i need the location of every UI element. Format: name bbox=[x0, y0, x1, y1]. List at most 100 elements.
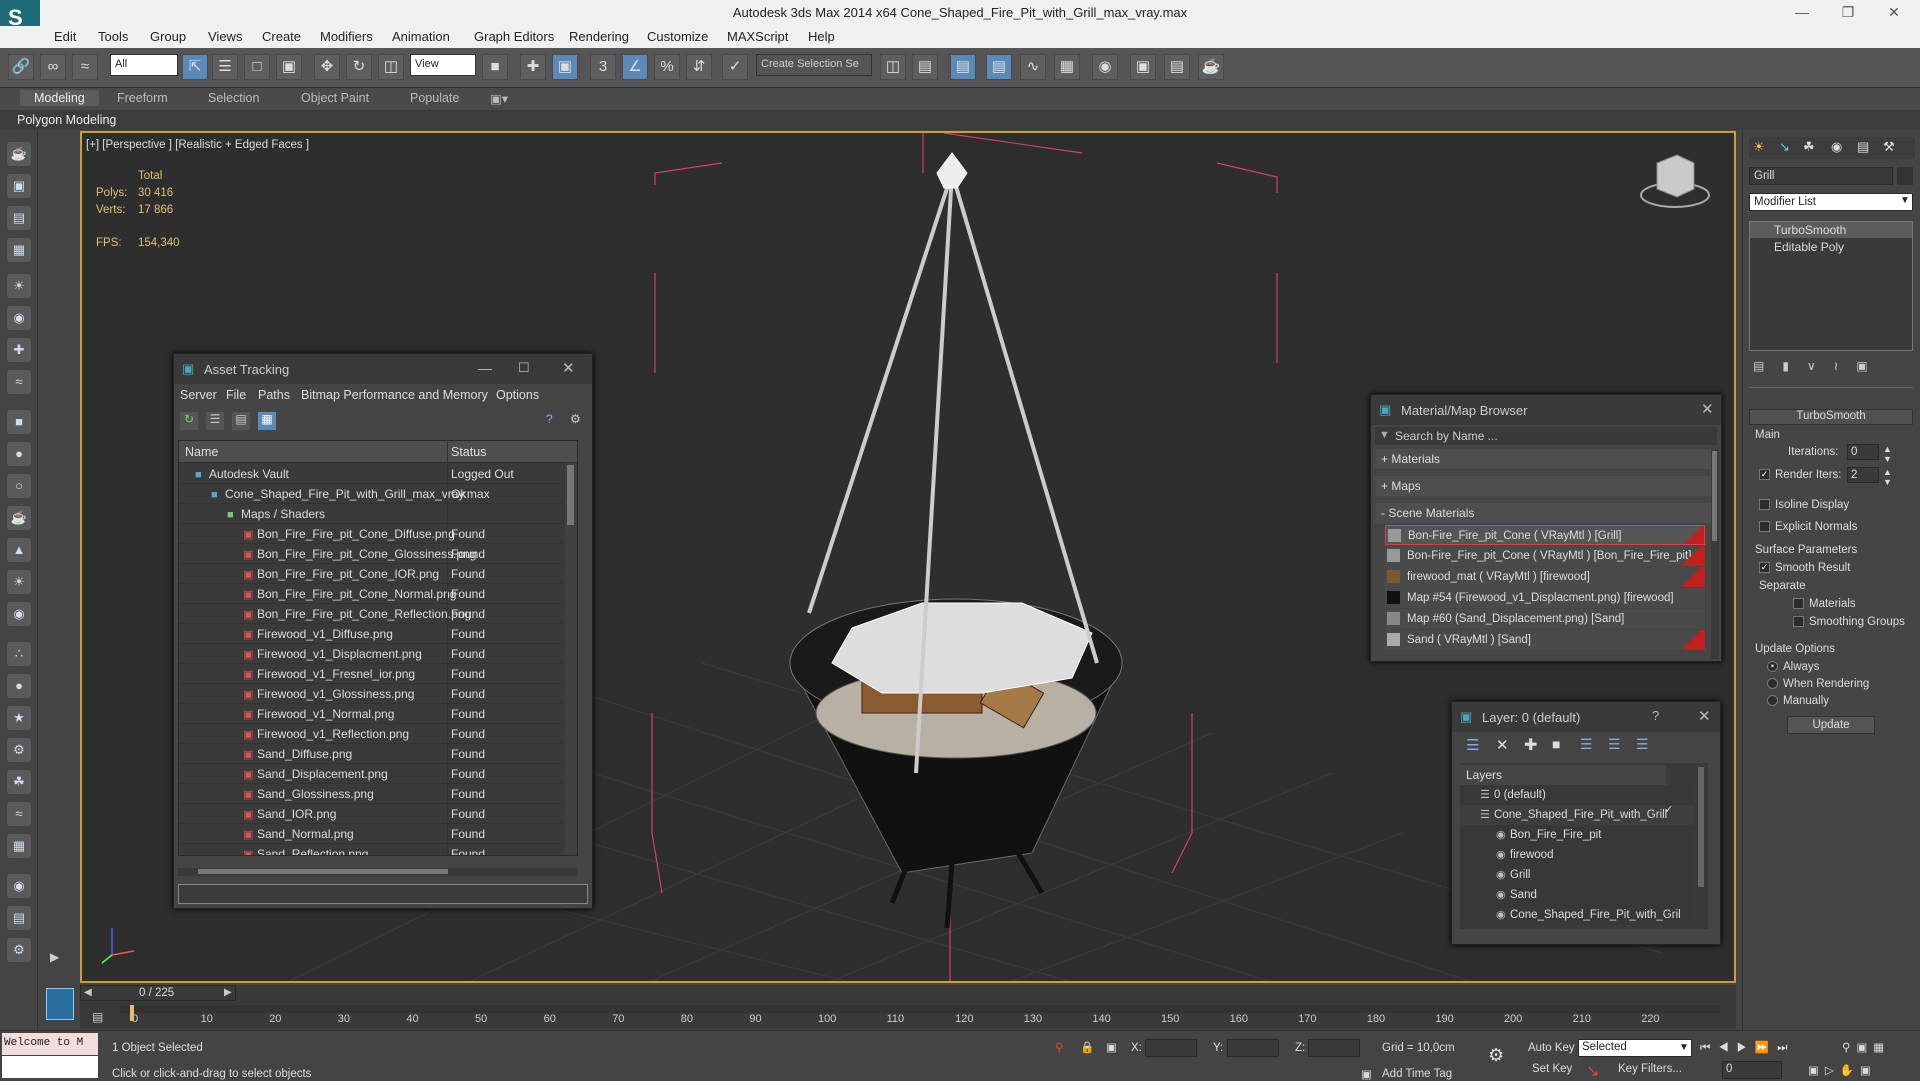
helper-icon[interactable]: ✚ bbox=[7, 338, 31, 362]
rectangular-selection-icon[interactable]: □ bbox=[244, 54, 270, 80]
plant-icon[interactable]: ☘ bbox=[7, 770, 31, 794]
freeze-layers-icon[interactable]: ☰ bbox=[1636, 736, 1649, 753]
layer-item[interactable]: ◉ Bon_Fire_Fire_pit bbox=[1460, 825, 1694, 845]
table-row[interactable]: ▣ Bon_Fire_Fire_pit_Cone_Reflection.png Fo… bbox=[179, 604, 563, 624]
angle-snap-icon[interactable]: ∠ bbox=[622, 54, 648, 80]
cone-icon[interactable]: ▲ bbox=[7, 538, 31, 562]
expand-arrow-icon[interactable]: ▶ bbox=[50, 950, 59, 964]
table-view-icon[interactable]: ▦ bbox=[258, 412, 276, 430]
percent-snap-icon[interactable]: % bbox=[654, 54, 680, 80]
layer-item[interactable]: ◉ firewood bbox=[1460, 845, 1694, 865]
close-icon[interactable]: ✕ bbox=[562, 359, 575, 377]
menu-customize[interactable]: Customize bbox=[647, 29, 708, 44]
select-by-name-icon[interactable]: ☰ bbox=[212, 54, 238, 80]
table-row[interactable]: ▣ Firewood_v1_Glossiness.png Found bbox=[179, 684, 563, 704]
create-tab-icon[interactable]: ☀ bbox=[1753, 139, 1765, 155]
pivot-center-icon[interactable]: ■ bbox=[482, 54, 508, 80]
render-icon[interactable]: ▣ bbox=[7, 174, 31, 198]
render-production-icon[interactable]: ☕ bbox=[1198, 54, 1224, 80]
lock-selection-icon[interactable]: ⚲ bbox=[1055, 1040, 1063, 1054]
filter-icon[interactable]: ▼ bbox=[1379, 429, 1390, 441]
table-row[interactable]: ▣ Sand_Normal.png Found bbox=[179, 824, 563, 844]
current-frame-marker[interactable] bbox=[130, 1005, 134, 1021]
gear-icon[interactable]: ⚙ bbox=[7, 738, 31, 762]
close-icon[interactable]: ✕ bbox=[1884, 4, 1904, 21]
key-mode-icon[interactable]: ⚙ bbox=[1488, 1045, 1504, 1066]
table-row[interactable]: ▣ Firewood_v1_Diffuse.png Found bbox=[179, 624, 563, 644]
z-coordinate-input[interactable] bbox=[1308, 1039, 1360, 1057]
smooth-result-checkbox[interactable]: ✓ bbox=[1759, 562, 1770, 574]
table-row[interactable]: ▣ Firewood_v1_Displacment.png Found bbox=[179, 644, 563, 664]
explicit-normals-checkbox[interactable] bbox=[1759, 521, 1770, 533]
teapot-icon[interactable]: ☕ bbox=[7, 142, 31, 166]
curve-editor-icon[interactable]: ∿ bbox=[1020, 54, 1046, 80]
section-maps[interactable]: + Maps bbox=[1375, 476, 1711, 496]
set-key-button[interactable]: Set Key bbox=[1532, 1063, 1572, 1075]
time-slider[interactable]: ◀ 0 / 225 ▶ bbox=[80, 985, 236, 1001]
layer-item[interactable]: ☰ 0 (default) bbox=[1460, 785, 1694, 805]
table-row[interactable]: ▣ Sand_Glossiness.png Found bbox=[179, 784, 563, 804]
menu-group[interactable]: Group bbox=[150, 29, 186, 44]
table-row[interactable]: ▣ Firewood_v1_Normal.png Found bbox=[179, 704, 563, 724]
column-name-header[interactable]: Name bbox=[185, 445, 218, 459]
hide-layers-icon[interactable]: ☰ bbox=[1608, 736, 1621, 753]
table-row[interactable]: ▣ Bon_Fire_Fire_pit_Cone_IOR.png Found bbox=[179, 564, 563, 584]
material-item[interactable]: Sand ( VRayMtl ) [Sand] bbox=[1385, 630, 1705, 650]
material-item[interactable]: Map #54 (Firewood_v1_Displacment.png) [f… bbox=[1385, 588, 1705, 608]
select-objects-icon[interactable]: ■ bbox=[1552, 736, 1560, 752]
material-item[interactable]: Map #60 (Sand_Displacement.png) [Sand] bbox=[1385, 609, 1705, 629]
settings-icon[interactable]: ⚙ bbox=[7, 938, 31, 962]
bind-spacewarp-icon[interactable]: ≈ bbox=[72, 54, 98, 80]
select-object-icon[interactable]: ⇱ bbox=[182, 54, 208, 80]
table-row[interactable]: ▣ Sand_IOR.png Found bbox=[179, 804, 563, 824]
minimize-icon[interactable]: — bbox=[478, 360, 492, 376]
script-listener-input[interactable]: Welcome to M bbox=[2, 1033, 98, 1055]
list-view-icon[interactable]: ☰ bbox=[206, 412, 224, 430]
update-manually-radio[interactable] bbox=[1767, 695, 1778, 707]
chevron-left-icon[interactable]: ◀ bbox=[84, 987, 92, 998]
menu-server[interactable]: Server bbox=[180, 388, 217, 402]
add-time-tag-button[interactable]: Add Time Tag bbox=[1382, 1068, 1452, 1080]
schematic-view-icon[interactable]: ▦ bbox=[1054, 54, 1080, 80]
material-item[interactable]: Bon-Fire_Fire_pit_Cone ( VRayMtl ) [Bon_… bbox=[1385, 546, 1705, 566]
key-set-dropdown[interactable]: Selected bbox=[1582, 1041, 1627, 1053]
menu-views[interactable]: Views bbox=[208, 29, 242, 44]
scale-icon[interactable]: ◫ bbox=[378, 54, 404, 80]
layer-item[interactable]: ◉ Cone_Shaped_Fire_Pit_with_Gril bbox=[1460, 905, 1694, 925]
torus-icon[interactable]: ○ bbox=[7, 474, 31, 498]
viewport-nav-controls-2[interactable]: ▣▷✋▣ bbox=[1808, 1063, 1877, 1077]
dynamics-icon[interactable]: ● bbox=[7, 674, 31, 698]
move-icon[interactable]: ✥ bbox=[314, 54, 340, 80]
table-row[interactable]: ■ Maps / Shaders bbox=[179, 504, 563, 524]
hierarchy-tab-icon[interactable]: ☘ bbox=[1803, 139, 1815, 155]
spacewarp-icon[interactable]: ≈ bbox=[7, 370, 31, 394]
material-browser-title[interactable]: Material/Map Browser bbox=[1371, 395, 1721, 425]
current-frame-input[interactable]: 0 bbox=[1726, 1063, 1732, 1075]
maximize-icon[interactable]: ❐ bbox=[1838, 4, 1858, 21]
viewport-nav-controls[interactable]: ⚲▣▦ bbox=[1842, 1040, 1890, 1054]
table-row[interactable]: ▣ Firewood_v1_Reflection.png Found bbox=[179, 724, 563, 744]
select-manipulate-icon[interactable]: ✚ bbox=[520, 54, 546, 80]
bones-icon[interactable]: ★ bbox=[7, 706, 31, 730]
object-name-field[interactable]: Grill bbox=[1754, 170, 1774, 182]
spinner-snap-icon[interactable]: ⇵ bbox=[686, 54, 712, 80]
unlink-icon[interactable]: ∞ bbox=[40, 54, 66, 80]
table-row[interactable]: ▣ Firewood_v1_Fresnel_ior.png Found bbox=[179, 664, 563, 684]
layer-item[interactable]: ☰ Cone_Shaped_Fire_Pit_with_Grill bbox=[1460, 805, 1694, 825]
time-tag-icon[interactable]: ▣ bbox=[1361, 1067, 1372, 1081]
chevron-right-icon[interactable]: ▶ bbox=[224, 987, 232, 998]
menu-help[interactable]: Help bbox=[808, 29, 835, 44]
menu-graph-editors[interactable]: Graph Editors bbox=[474, 29, 554, 44]
minimize-icon[interactable]: — bbox=[1792, 4, 1812, 20]
stack-tools-icons[interactable]: ▤▮∨≀▣ bbox=[1753, 359, 1886, 373]
padlock-icon[interactable]: 🔒 bbox=[1080, 1040, 1094, 1054]
sun-icon[interactable]: ☀ bbox=[7, 570, 31, 594]
modify-tab-icon[interactable]: ↘ bbox=[1779, 139, 1790, 155]
mini-listener-icon[interactable] bbox=[46, 988, 74, 1020]
ribbon-options-icon[interactable]: ▣▾ bbox=[490, 91, 508, 106]
align-icon[interactable]: ▤ bbox=[912, 54, 938, 80]
script-output-field[interactable] bbox=[2, 1056, 98, 1078]
close-icon[interactable]: ✕ bbox=[1701, 400, 1714, 418]
render-iters-input[interactable]: 2 bbox=[1851, 469, 1857, 481]
modifier-list-dropdown[interactable]: Modifier List bbox=[1754, 196, 1816, 208]
